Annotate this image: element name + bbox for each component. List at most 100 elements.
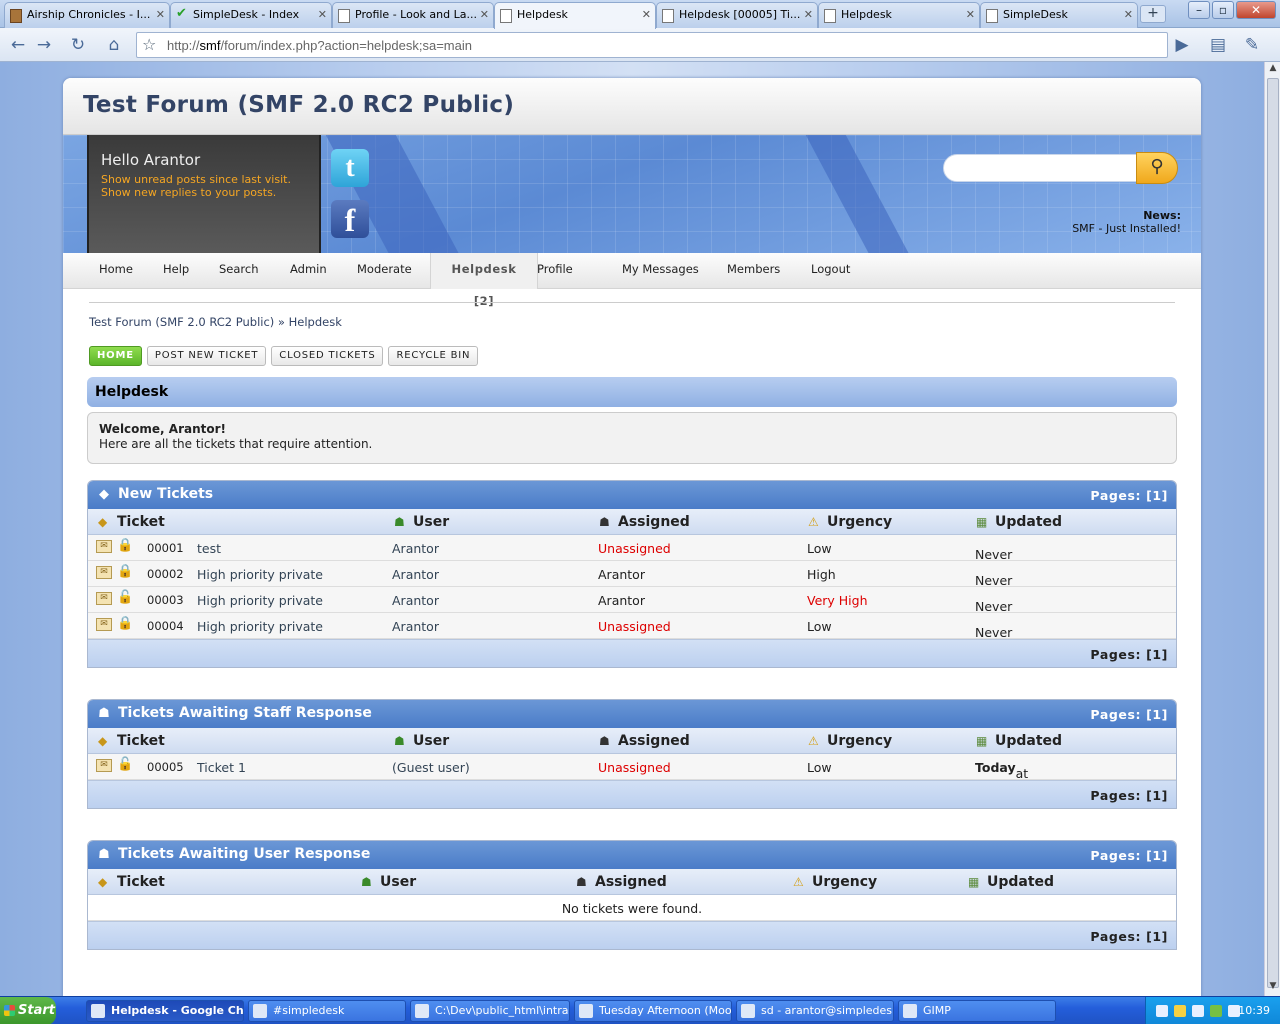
breadcrumb-current[interactable]: Helpdesk bbox=[289, 315, 342, 329]
close-tab-icon[interactable]: ✕ bbox=[318, 8, 327, 21]
browser-tab[interactable]: Helpdesk ✕ bbox=[494, 2, 656, 29]
home-icon[interactable]: ⌂ bbox=[102, 33, 126, 57]
ticket-user-link[interactable]: Arantor bbox=[392, 593, 439, 608]
assigned-column-header[interactable]: Assigned bbox=[595, 874, 667, 890]
ticket-user-link[interactable]: Arantor bbox=[392, 567, 439, 582]
menu-item-help[interactable]: Help bbox=[153, 253, 199, 289]
home-button[interactable]: HOME bbox=[89, 346, 142, 366]
close-tab-icon[interactable]: ✕ bbox=[1124, 8, 1133, 21]
maximize-button[interactable]: ▫ bbox=[1212, 1, 1234, 19]
close-tab-icon[interactable]: ✕ bbox=[966, 8, 975, 21]
close-window-button[interactable]: ✕ bbox=[1236, 1, 1276, 19]
twitter-icon[interactable]: t bbox=[331, 149, 369, 187]
urgency-column-header[interactable]: Urgency bbox=[812, 874, 877, 890]
menu-item-home[interactable]: Home bbox=[89, 253, 143, 289]
browser-tab[interactable]: Profile - Look and La... ✕ bbox=[332, 2, 494, 28]
search-button[interactable]: ⚲ bbox=[1136, 152, 1178, 184]
scroll-up-icon[interactable]: ▲ bbox=[1267, 63, 1279, 77]
network-icon[interactable] bbox=[1156, 1005, 1168, 1017]
breadcrumb-root[interactable]: Test Forum (SMF 2.0 RC2 Public) bbox=[89, 315, 274, 329]
column-headers: ◆ Ticket ☗ User ☗ Assigned ⚠ Urgency ▦ Updated bbox=[88, 869, 1176, 895]
user-column-header[interactable]: User bbox=[380, 874, 416, 890]
taskbar-task[interactable]: sd - arantor@simpledesk... bbox=[736, 1000, 894, 1022]
urgency-column-header[interactable]: Urgency bbox=[827, 514, 892, 530]
ticket-subject-link[interactable]: High priority private bbox=[197, 593, 323, 608]
forum-title[interactable]: Test Forum (SMF 2.0 RC2 Public) bbox=[83, 92, 514, 118]
taskbar-task[interactable]: #simpledesk bbox=[248, 1000, 406, 1022]
recycle-bin-button[interactable]: RECYCLE BIN bbox=[388, 346, 479, 366]
ticket-subject-link[interactable]: Ticket 1 bbox=[197, 760, 246, 775]
pages-indicator[interactable]: Pages: [1] bbox=[1090, 848, 1168, 863]
closed-tickets-button[interactable]: CLOSED TICKETS bbox=[271, 346, 384, 366]
close-tab-icon[interactable]: ✕ bbox=[480, 8, 489, 21]
assigned-column-header[interactable]: Assigned bbox=[618, 514, 690, 530]
scroll-down-icon[interactable]: ▼ bbox=[1267, 981, 1279, 995]
menu-item-admin[interactable]: Admin bbox=[280, 253, 337, 289]
browser-tab[interactable]: Helpdesk ✕ bbox=[818, 2, 980, 28]
warning-icon[interactable] bbox=[1174, 1005, 1186, 1017]
taskbar-task[interactable]: Helpdesk - Google Ch... bbox=[86, 1000, 244, 1022]
search-icon: ⚲ bbox=[1150, 156, 1164, 177]
user-column-header[interactable]: User bbox=[413, 514, 449, 530]
new-tickets-table: ◆ New Tickets Pages: [1] ◆ Ticket ☗ User ☗ As… bbox=[87, 480, 1177, 668]
post-new-ticket-button[interactable]: POST NEW TICKET bbox=[146, 346, 267, 366]
urgency-column-header[interactable]: Urgency bbox=[827, 733, 892, 749]
new-tickets-title: New Tickets bbox=[118, 486, 214, 502]
menu-item-logout[interactable]: Logout bbox=[801, 253, 860, 289]
search-input[interactable] bbox=[943, 154, 1138, 182]
unread-posts-link[interactable]: Show unread posts since last visit. bbox=[101, 173, 307, 186]
updated-column-header[interactable]: Updated bbox=[987, 874, 1054, 890]
ticket-subject-link[interactable]: High priority private bbox=[197, 619, 323, 634]
go-icon[interactable]: ▶ bbox=[1170, 33, 1194, 57]
address-bar[interactable]: ☆ http://smf/forum/index.php?action=help… bbox=[136, 32, 1168, 58]
taskbar-task[interactable]: C:\Dev\public_html\intra... bbox=[410, 1000, 570, 1022]
user-column-header[interactable]: User bbox=[413, 733, 449, 749]
updated-column-header[interactable]: Updated bbox=[995, 514, 1062, 530]
ticket-column-header[interactable]: Ticket bbox=[117, 514, 165, 530]
pages-indicator[interactable]: Pages: [1] bbox=[1090, 707, 1168, 722]
nvidia-icon[interactable] bbox=[1210, 1005, 1222, 1017]
pages-indicator[interactable]: Pages: [1] bbox=[1090, 929, 1168, 944]
start-button[interactable]: Start bbox=[0, 997, 56, 1024]
browser-tab[interactable]: Helpdesk [00005] Ti... ✕ bbox=[656, 2, 818, 28]
assigned-column-header[interactable]: Assigned bbox=[618, 733, 690, 749]
new-replies-link[interactable]: Show new replies to your posts. bbox=[101, 186, 307, 199]
facebook-icon[interactable]: f bbox=[331, 200, 369, 238]
menu-item-members[interactable]: Members bbox=[717, 253, 790, 289]
ticket-subject-link[interactable]: High priority private bbox=[197, 567, 323, 582]
browser-tab[interactable]: ✔ SimpleDesk - Index ✕ bbox=[170, 2, 332, 28]
browser-tab[interactable]: Airship Chronicles - I... ✕ bbox=[4, 2, 170, 28]
pages-indicator[interactable]: Pages: [1] bbox=[1090, 488, 1168, 503]
close-tab-icon[interactable]: ✕ bbox=[804, 8, 813, 21]
ticket-subject-link[interactable]: test bbox=[197, 541, 221, 556]
volume-icon[interactable] bbox=[1192, 1005, 1204, 1017]
pages-indicator[interactable]: Pages: [1] bbox=[1090, 647, 1168, 662]
forward-icon[interactable]: → bbox=[32, 33, 56, 57]
back-icon[interactable]: ← bbox=[6, 33, 30, 57]
minimize-button[interactable]: – bbox=[1188, 1, 1210, 19]
menu-item-my-messages[interactable]: My Messages bbox=[612, 253, 709, 289]
taskbar-task[interactable]: Tuesday Afternoon (Moo... bbox=[574, 1000, 732, 1022]
ticket-user-link[interactable]: Arantor bbox=[392, 541, 439, 556]
pages-indicator[interactable]: Pages: [1] bbox=[1090, 788, 1168, 803]
ticket-user-link[interactable]: (Guest user) bbox=[392, 760, 470, 775]
wrench-icon[interactable]: ✎ bbox=[1240, 33, 1264, 57]
page-menu-icon[interactable]: ▤ bbox=[1206, 33, 1230, 57]
close-tab-icon[interactable]: ✕ bbox=[642, 8, 651, 21]
menu-item-search[interactable]: Search bbox=[209, 253, 269, 289]
ticket-column-header[interactable]: Ticket bbox=[117, 874, 165, 890]
menu-item-helpdesk-2[interactable]: Helpdesk [2] bbox=[430, 253, 538, 308]
reload-icon[interactable]: ↻ bbox=[66, 33, 90, 57]
updated-column-header[interactable]: Updated bbox=[995, 733, 1062, 749]
new-tab-button[interactable]: + bbox=[1140, 5, 1166, 23]
ticket-user-link[interactable]: Arantor bbox=[392, 619, 439, 634]
ticket-column-header[interactable]: Ticket bbox=[117, 733, 165, 749]
bookmark-star-icon[interactable]: ☆ bbox=[142, 35, 156, 54]
scroll-thumb[interactable] bbox=[1267, 78, 1279, 988]
menu-item-moderate[interactable]: Moderate bbox=[347, 253, 422, 289]
taskbar-task[interactable]: GIMP bbox=[898, 1000, 1056, 1022]
menu-item-profile[interactable]: Profile bbox=[527, 253, 583, 289]
close-tab-icon[interactable]: ✕ bbox=[156, 8, 165, 21]
browser-tab[interactable]: SimpleDesk ✕ bbox=[980, 2, 1138, 28]
vertical-scrollbar[interactable]: ▲ ▼ bbox=[1264, 62, 1280, 996]
